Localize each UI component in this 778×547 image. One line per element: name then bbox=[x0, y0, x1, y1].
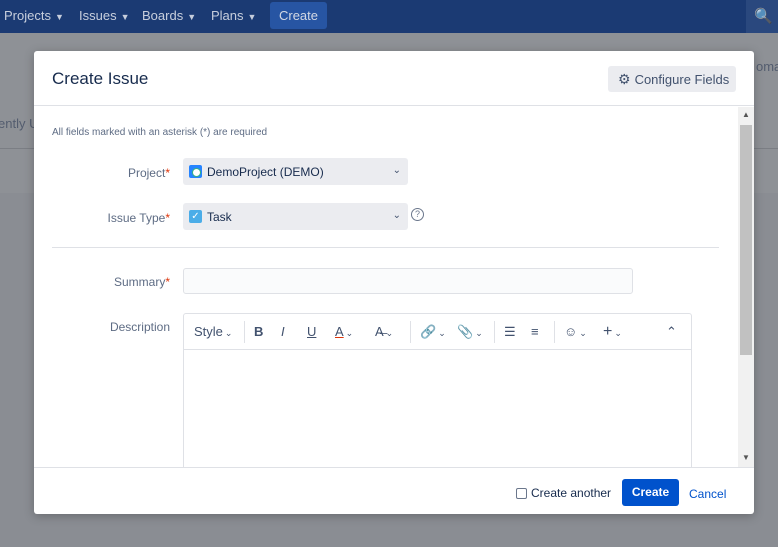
create-issue-dialog: Create Issue ⚙ Configure Fields All fiel… bbox=[34, 51, 754, 514]
numbered-list-icon: ≡ bbox=[531, 324, 539, 339]
project-select-value: DemoProject (DEMO) bbox=[207, 164, 324, 179]
issue-type-select-value: Task bbox=[207, 209, 232, 224]
create-button[interactable]: Create bbox=[622, 479, 679, 506]
cancel-link[interactable]: Cancel bbox=[689, 487, 726, 501]
toolbar-separator bbox=[494, 321, 495, 343]
dialog-scrollbar[interactable]: ▲ ▼ bbox=[738, 107, 754, 467]
clear-formatting-button[interactable]: A̶ ⌄ bbox=[375, 314, 393, 350]
chevron-down-icon: ⌄ bbox=[224, 328, 233, 338]
numbered-list-button[interactable]: ≡ bbox=[531, 314, 539, 350]
insert-more-button[interactable]: + ⌄ bbox=[603, 314, 622, 350]
configure-fields-label: Configure Fields bbox=[634, 71, 730, 87]
issue-type-label: Issue Type* bbox=[107, 211, 171, 225]
scroll-down-arrow-icon[interactable]: ▼ bbox=[742, 453, 750, 462]
chevron-down-icon: ⌄ bbox=[579, 328, 587, 338]
summary-input[interactable] bbox=[183, 268, 633, 294]
chevron-down-icon: ▼ bbox=[187, 12, 197, 22]
nav-plans[interactable]: Plans ▼ bbox=[211, 8, 256, 23]
attachment-icon: 📎 bbox=[457, 324, 474, 339]
link-button[interactable]: 🔗 ⌄ bbox=[420, 314, 446, 350]
underline-button[interactable]: U bbox=[307, 314, 316, 350]
configure-fields-button[interactable]: ⚙ Configure Fields bbox=[608, 66, 736, 92]
double-chevron-up-icon: ⌃ bbox=[666, 324, 677, 339]
scrollbar-thumb[interactable] bbox=[740, 125, 752, 355]
search-icon[interactable]: 🔍 bbox=[746, 0, 778, 33]
chevron-down-icon: ⌄ bbox=[475, 328, 483, 338]
chevron-down-icon: ▼ bbox=[120, 12, 130, 22]
chevron-down-icon: ⌄ bbox=[438, 328, 446, 338]
required-asterisk: * bbox=[165, 211, 170, 225]
editor-toolbar: Style ⌄ B I U A ⌄ A̶ ⌄ 🔗 ⌄ 📎 ⌄ ☰ ≡ ☺ ⌄ + ⌄ ⌃ bbox=[184, 314, 691, 350]
dialog-header: Create Issue ⚙ Configure Fields bbox=[34, 51, 754, 106]
style-dropdown[interactable]: Style ⌄ bbox=[194, 314, 232, 350]
gear-icon: ⚙ bbox=[618, 70, 631, 87]
chevron-down-icon: ⌄ bbox=[385, 328, 394, 338]
collapse-toolbar-button[interactable]: ⌃ bbox=[666, 314, 677, 350]
required-asterisk: * bbox=[165, 166, 170, 180]
bullet-list-icon: ☰ bbox=[504, 324, 516, 339]
background-text-left: ently U bbox=[0, 116, 39, 131]
chevron-down-icon: ⌄ bbox=[614, 328, 622, 338]
bullet-list-button[interactable]: ☰ bbox=[504, 314, 516, 350]
create-another-label: Create another bbox=[531, 486, 612, 500]
checkbox-box[interactable] bbox=[516, 487, 527, 499]
toolbar-separator bbox=[410, 321, 411, 343]
summary-label: Summary* bbox=[113, 275, 170, 289]
italic-button[interactable]: I bbox=[281, 314, 285, 350]
project-avatar-icon bbox=[189, 165, 202, 178]
scroll-up-arrow-icon[interactable]: ▲ bbox=[742, 110, 750, 119]
chevron-down-icon: ⌄ bbox=[345, 328, 354, 338]
required-fields-note: All fields marked with an asterisk (*) a… bbox=[52, 127, 268, 138]
emoji-icon: ☺ bbox=[564, 324, 578, 339]
project-select[interactable]: DemoProject (DEMO) ⌄ bbox=[183, 158, 408, 185]
nav-boards[interactable]: Boards ▼ bbox=[142, 8, 196, 23]
project-label: Project* bbox=[127, 166, 170, 180]
bold-button[interactable]: B bbox=[254, 314, 263, 350]
dialog-body: All fields marked with an asterisk (*) a… bbox=[34, 107, 738, 467]
required-asterisk: * bbox=[165, 275, 170, 289]
chevron-down-icon: ▼ bbox=[54, 12, 64, 22]
nav-create-button[interactable]: Create bbox=[270, 2, 327, 29]
toolbar-separator bbox=[554, 321, 555, 343]
link-icon: 🔗 bbox=[420, 324, 437, 339]
text-color-button[interactable]: A ⌄ bbox=[335, 314, 353, 350]
attachment-button[interactable]: 📎 ⌄ bbox=[457, 314, 483, 350]
issue-type-select[interactable]: ✓ Task ⌄ bbox=[183, 203, 408, 230]
nav-projects[interactable]: Projects ▼ bbox=[4, 8, 64, 23]
task-checkbox-icon: ✓ bbox=[189, 210, 202, 223]
description-editor: Style ⌄ B I U A ⌄ A̶ ⌄ 🔗 ⌄ 📎 ⌄ ☰ ≡ ☺ ⌄ + ⌄ ⌃ bbox=[183, 313, 692, 467]
description-label: Description bbox=[109, 320, 170, 334]
top-navigation: Projects ▼ Issues ▼ Boards ▼ Plans ▼ Create … bbox=[0, 0, 778, 33]
nav-issues[interactable]: Issues ▼ bbox=[79, 8, 130, 23]
emoji-button[interactable]: ☺ ⌄ bbox=[564, 314, 587, 350]
help-icon[interactable]: ? bbox=[411, 208, 424, 221]
background-text-right: omain bbox=[756, 59, 778, 74]
toolbar-separator bbox=[244, 321, 245, 343]
dialog-title: Create Issue bbox=[52, 69, 149, 88]
chevron-down-icon: ⌄ bbox=[392, 165, 401, 176]
chevron-down-icon: ▼ bbox=[247, 12, 257, 22]
plus-icon: + bbox=[603, 323, 613, 340]
chevron-down-icon: ⌄ bbox=[392, 210, 401, 221]
create-another-checkbox[interactable]: Create another bbox=[516, 486, 611, 500]
section-divider bbox=[52, 247, 719, 248]
dialog-footer: Create another Create Cancel bbox=[34, 467, 754, 514]
